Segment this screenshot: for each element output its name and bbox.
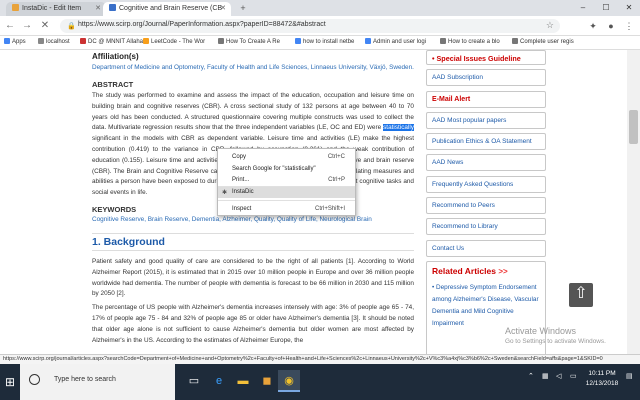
sidebar-item-news[interactable]: AAD News bbox=[426, 154, 546, 172]
leetcode-icon bbox=[143, 38, 149, 44]
page-icon bbox=[512, 38, 518, 44]
network-icon[interactable]: ▦ bbox=[542, 372, 549, 380]
context-menu: Copy Ctrl+C Search Google for "statistica… bbox=[217, 148, 356, 216]
sidebar-item-subscription[interactable]: AAD Subscription bbox=[426, 69, 546, 87]
related-article-link[interactable]: • Depressive Symptom Endorsement among A… bbox=[432, 282, 540, 330]
bookmarks-bar: Apps localhost DC @ MNNIT Allaha LeetCod… bbox=[0, 36, 640, 50]
keywords-links[interactable]: Cognitive Reserve, Brain Reserve, Dement… bbox=[92, 216, 414, 223]
close-window-button[interactable]: ✕ bbox=[618, 0, 640, 16]
ctx-copy[interactable]: Copy Ctrl+C bbox=[218, 152, 355, 163]
sidebar-item-faq[interactable]: Frequently Asked Questions bbox=[426, 175, 546, 193]
ctx-instadic[interactable]: ✱ InstaDic bbox=[218, 187, 355, 198]
ctx-search-google[interactable]: Search Google for "statistically" bbox=[218, 164, 355, 175]
ctx-print[interactable]: Print... Ctrl+P bbox=[218, 175, 355, 186]
sidebar-item-recommend-library[interactable]: Recommend to Library bbox=[426, 218, 546, 236]
new-tab-button[interactable]: + bbox=[236, 3, 250, 13]
battery-icon[interactable]: ▭ bbox=[570, 372, 577, 380]
windows-taskbar: ⊞ Type here to search ▭ e ▬ ◼ ◉ ⌃ ▦ ◁ ▭ … bbox=[0, 364, 640, 400]
bookmark-how-to-create[interactable]: How To Create A Re bbox=[218, 38, 280, 45]
sidebar-item-contact[interactable]: Contact Us bbox=[426, 239, 546, 257]
windows-start-icon[interactable]: ⊞ bbox=[0, 364, 20, 400]
body-paragraph: The percentage of US people with Alzheim… bbox=[92, 304, 414, 344]
chevron-up-icon[interactable]: ⌃ bbox=[528, 372, 534, 380]
minimize-button[interactable]: – bbox=[572, 0, 594, 16]
related-articles-heading: Related Articles >> bbox=[432, 265, 508, 276]
page-icon bbox=[80, 38, 86, 44]
volume-icon[interactable]: ◁ bbox=[556, 372, 561, 380]
body-paragraph: Patient safety and good quality of care … bbox=[92, 257, 414, 298]
puzzle-icon: ✱ bbox=[222, 190, 228, 196]
affiliation-link[interactable]: Department of Medicine and Optometry, Fa… bbox=[92, 63, 414, 72]
bookmark-netbeans[interactable]: how to install netbe bbox=[295, 38, 354, 45]
page-icon bbox=[440, 38, 446, 44]
file-explorer-icon[interactable]: ▬ bbox=[232, 370, 254, 392]
bookmark-apps[interactable]: Apps bbox=[4, 38, 26, 45]
ctx-inspect[interactable]: Inspect Ctrl+Shift+I bbox=[218, 204, 355, 215]
notifications-icon[interactable]: ▤ bbox=[626, 372, 633, 380]
lock-icon: 🔒 bbox=[67, 23, 76, 30]
arrows-icon: >> bbox=[498, 266, 508, 276]
selected-word[interactable]: statistically bbox=[383, 124, 414, 132]
google-icon bbox=[295, 38, 301, 44]
url-text: https://www.scirp.org/Journal/PaperInfor… bbox=[78, 21, 326, 28]
status-bar-url: https://www.scirp.org/journal/articles.a… bbox=[0, 354, 640, 364]
sidebar-special-issues[interactable]: • Special Issues Guideline bbox=[426, 50, 546, 65]
sidebar: • Special Issues Guideline AAD Subscript… bbox=[426, 50, 546, 354]
tab-label: Cognitive and Brain Reserve (CB bbox=[119, 5, 223, 12]
sublime-icon[interactable]: ◼ bbox=[256, 370, 278, 392]
edge-icon[interactable]: e bbox=[208, 370, 230, 392]
taskbar-clock[interactable]: 10:11 PM 12/13/2018 bbox=[583, 369, 621, 389]
bookmark-admin-login[interactable]: Admin and user logi bbox=[365, 38, 426, 45]
page-icon bbox=[38, 38, 44, 44]
page-scrollbar[interactable] bbox=[627, 50, 640, 354]
ctx-separator bbox=[218, 200, 355, 201]
tab-label: InstaDic - Edit Item bbox=[22, 5, 82, 12]
sidebar-item-email-alert[interactable]: E-Mail Alert bbox=[426, 90, 546, 108]
close-tab-icon[interactable]: ✕ bbox=[220, 4, 226, 12]
tab-instadic[interactable]: InstaDic - Edit Item ✕ bbox=[6, 2, 106, 16]
instadic-favicon-icon bbox=[12, 4, 19, 11]
section-heading: 1. Background bbox=[92, 232, 414, 251]
task-view-icon[interactable]: ▭ bbox=[183, 370, 205, 392]
forward-button[interactable]: → bbox=[20, 19, 34, 33]
profile-icon[interactable]: ● bbox=[604, 19, 618, 33]
bookmark-localhost[interactable]: localhost bbox=[38, 38, 70, 45]
bookmark-create-blog[interactable]: How to create a blo bbox=[440, 38, 500, 45]
tab-bar: InstaDic - Edit Item ✕ Cognitive and Bra… bbox=[0, 0, 640, 16]
scrollbar-thumb[interactable] bbox=[629, 110, 638, 144]
taskbar-search-box[interactable]: Type here to search bbox=[20, 364, 175, 400]
sidebar-item-recommend-peers[interactable]: Recommend to Peers bbox=[426, 197, 546, 215]
activate-windows-subtitle: Go to Settings to activate Windows. bbox=[505, 338, 606, 345]
chrome-icon[interactable]: ◉ bbox=[278, 370, 300, 392]
sidebar-item-publication-ethics[interactable]: Publication Ethics & OA Statement bbox=[426, 133, 546, 151]
bookmark-star-icon[interactable]: ☆ bbox=[546, 20, 554, 31]
bookmark-leetcode[interactable]: LeetCode - The Wor bbox=[143, 38, 205, 45]
back-button[interactable]: ← bbox=[3, 19, 17, 33]
address-bar[interactable]: 🔒 https://www.scirp.org/Journal/PaperInf… bbox=[60, 19, 560, 33]
apps-icon bbox=[4, 38, 10, 44]
bookmark-dc-mnnit[interactable]: DC @ MNNIT Allaha bbox=[80, 38, 143, 45]
tab-cognitive-brain-reserve[interactable]: Cognitive and Brain Reserve (CB ✕ bbox=[103, 2, 231, 16]
cortana-icon bbox=[29, 374, 40, 385]
activate-windows-title: Activate Windows bbox=[505, 326, 577, 336]
abstract-heading: ABSTRACT bbox=[92, 80, 134, 89]
close-tab-icon[interactable]: ✕ bbox=[95, 4, 101, 12]
sidebar-item-popular-papers[interactable]: AAD Most popular papers bbox=[426, 111, 546, 129]
google-icon bbox=[365, 38, 371, 44]
browser-toolbar: ← → ✕ 🔒 https://www.scirp.org/Journal/Pa… bbox=[0, 16, 640, 36]
page-icon bbox=[218, 38, 224, 44]
stop-button[interactable]: ✕ bbox=[38, 19, 52, 33]
scroll-to-top-button[interactable]: ⇧ bbox=[569, 283, 593, 307]
menu-icon[interactable]: ⋮ bbox=[622, 19, 636, 33]
bookmark-user-registration[interactable]: Complete user regis bbox=[512, 38, 574, 45]
affiliation-heading: Affiliation(s) bbox=[92, 52, 139, 61]
scirp-favicon-icon bbox=[109, 4, 116, 11]
extension-icon[interactable]: ✦ bbox=[586, 19, 600, 33]
maximize-button[interactable]: ☐ bbox=[595, 0, 617, 16]
